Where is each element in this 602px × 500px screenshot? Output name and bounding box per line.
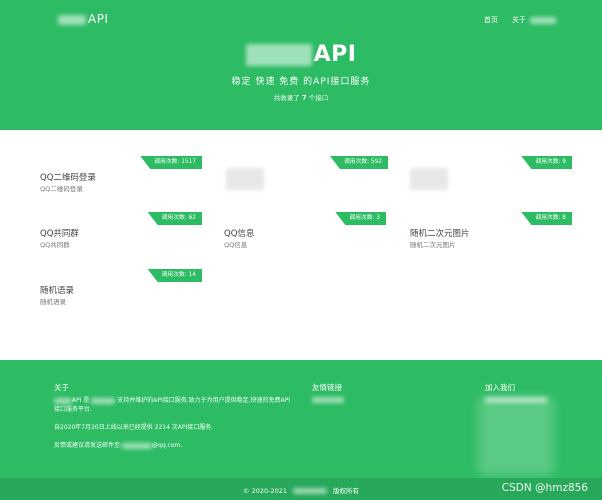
redacted-brand xyxy=(245,44,312,66)
redacted-nav-text xyxy=(530,16,556,24)
friend-link[interactable] xyxy=(312,397,344,403)
hero-banner: API 首页 关于 API 稳定 快速 免费 的API接口服务 共收录了 7 个… xyxy=(0,0,602,130)
redacted-logo-text xyxy=(58,14,86,25)
redacted-owner xyxy=(91,397,116,404)
api-card-desc: QQ二维码登录 xyxy=(40,185,83,193)
api-card-title: 随机语录 xyxy=(40,286,75,296)
footer-service-count: 自2020年7月20日上线以来已经提供 2214 次API接口服务. xyxy=(54,424,214,431)
call-count-badge: 调用次数: 62 xyxy=(147,212,202,225)
site-logo[interactable]: API xyxy=(58,12,108,26)
nav-home-link[interactable]: 首页 xyxy=(484,15,498,25)
hero-title: API xyxy=(0,42,602,67)
call-count-badge: 调用次数: 592 xyxy=(329,156,388,169)
hero-subtitle: 稳定 快速 免费 的API接口服务 xyxy=(231,77,371,87)
api-card-qq-common-group[interactable]: 调用次数: 62 QQ共同群 QQ共同群 xyxy=(40,212,202,258)
api-card-desc: QQ信息 xyxy=(224,241,248,249)
api-count: 共收录了 7 个接口 xyxy=(273,94,329,102)
api-card-title: QQ共同群 xyxy=(40,229,79,239)
redacted-join-text xyxy=(485,397,547,403)
api-card-desc: 随机二次元图片 xyxy=(410,241,456,249)
redacted-copyright-owner xyxy=(293,488,327,494)
feedback-email[interactable]: 反馈或建议请发送邮件至: @qq.com. xyxy=(54,440,182,449)
site-footer: 关于 API 是 支持并维护的API接口服务,致力于为用户提供稳定,快速的免费A… xyxy=(0,360,602,478)
api-card-random-quote[interactable]: 调用次数: 14 随机语录 随机语录 xyxy=(40,269,202,315)
api-card-qq-qrcode-login[interactable]: 调用次数: 1517 QQ二维码登录 QQ二维码登录 xyxy=(40,156,202,202)
redacted-card-content xyxy=(410,168,448,190)
join-qrcode-image xyxy=(478,396,554,476)
api-card-desc: 随机语录 xyxy=(40,298,66,306)
api-card-desc: QQ共同群 xyxy=(40,241,70,249)
redacted-card-content xyxy=(226,168,264,190)
call-count-badge: 调用次数: 1517 xyxy=(140,156,202,169)
api-card-qq-info[interactable]: 调用次数: 3 QQ信息 QQ信息 xyxy=(224,212,386,258)
redacted-email-user xyxy=(122,442,153,449)
api-card-redacted-2[interactable]: 调用次数: 9 xyxy=(410,156,572,202)
call-count-badge: 调用次数: 8 xyxy=(521,212,572,225)
footer-join-title: 加入我们 xyxy=(485,383,515,392)
csdn-watermark: CSDN @hmz856 xyxy=(501,482,588,494)
redacted-name xyxy=(54,397,72,404)
top-nav: 首页 关于 xyxy=(484,15,556,25)
api-card-title: QQ信息 xyxy=(224,229,255,239)
footer-about-text: API 是 支持并维护的API接口服务,致力于为用户提供稳定,快速的免费API … xyxy=(54,397,291,413)
api-card-title: 随机二次元图片 xyxy=(410,229,470,239)
call-count-badge: 调用次数: 9 xyxy=(521,156,572,169)
api-card-redacted[interactable]: 调用次数: 592 xyxy=(226,156,388,202)
call-count-badge: 调用次数: 3 xyxy=(335,212,386,225)
footer-about-title: 关于 xyxy=(54,383,69,392)
api-card-random-anime-image[interactable]: 调用次数: 8 随机二次元图片 随机二次元图片 xyxy=(410,212,572,258)
copyright-bar: © 2020-2021 版权所有 CSDN @hmz856 xyxy=(0,478,602,500)
footer-links-title: 友情链接 xyxy=(312,383,342,392)
call-count-badge: 调用次数: 14 xyxy=(147,269,202,282)
nav-about-link[interactable]: 关于 xyxy=(512,15,556,25)
api-card-title: QQ二维码登录 xyxy=(40,173,96,183)
